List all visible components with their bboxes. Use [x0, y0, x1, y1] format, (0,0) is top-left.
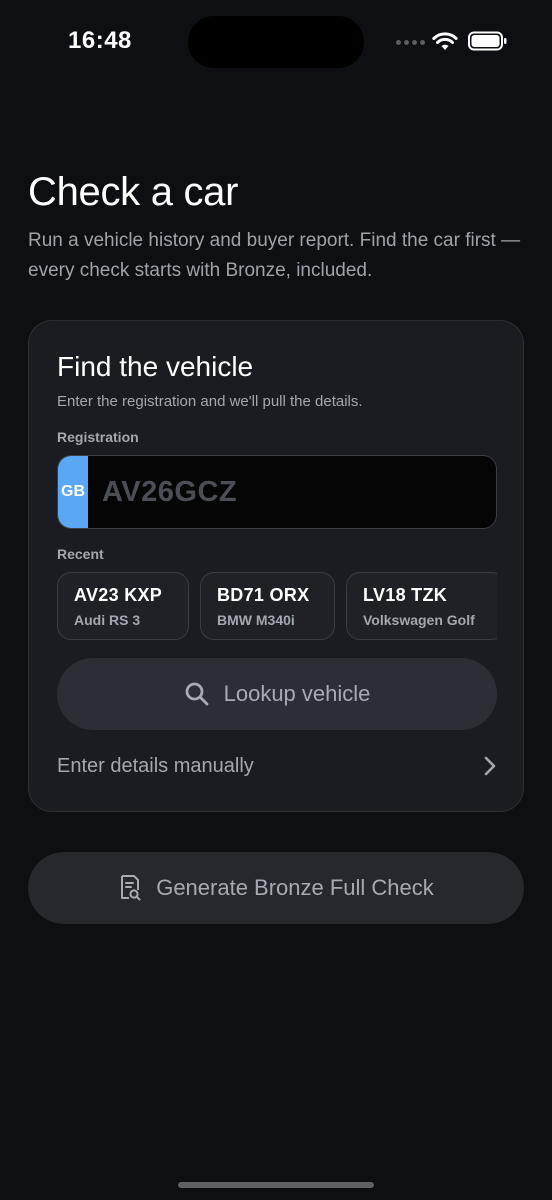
battery-icon [468, 31, 507, 51]
lookup-vehicle-label: Lookup vehicle [223, 681, 371, 706]
find-vehicle-card: Find the vehicle Enter the registration … [28, 320, 524, 812]
search-icon [185, 682, 209, 706]
status-bar: 16:48 [0, 0, 552, 84]
registration-input[interactable] [88, 456, 496, 528]
recent-vehicle-model: Volkswagen Golf [363, 612, 475, 628]
page-title: Check a car [28, 170, 239, 214]
recent-label: Recent [57, 546, 104, 562]
cellular-signal-icon [396, 40, 425, 45]
wifi-icon [432, 32, 458, 50]
lookup-vehicle-button[interactable]: Lookup vehicle [57, 658, 497, 730]
card-subtitle: Enter the registration and we'll pull th… [57, 393, 363, 410]
recent-vehicles-list: AV23 KXP Audi RS 3 BD71 ORX BMW M340i LV… [57, 572, 497, 642]
recent-vehicle-chip[interactable]: AV23 KXP Audi RS 3 [57, 572, 189, 640]
registration-plate-field: GB [57, 455, 497, 529]
recent-vehicle-model: Audi RS 3 [74, 612, 141, 628]
recent-vehicle-reg: LV18 TZK [363, 585, 448, 605]
recent-vehicle-reg: BD71 ORX [217, 585, 310, 605]
document-search-icon [121, 875, 141, 901]
status-time: 16:48 [68, 27, 132, 54]
country-badge: GB [58, 456, 88, 528]
page-subtitle: Run a vehicle history and buyer report. … [28, 230, 521, 281]
card-title: Find the vehicle [57, 351, 254, 382]
recent-vehicle-chip[interactable]: LV18 TZK Volkswagen Golf [346, 572, 497, 640]
registration-label: Registration [57, 429, 139, 445]
screen: 16:48 Check a car Run a vehicle history … [0, 0, 552, 1200]
manual-entry-label: Enter details manually [57, 754, 254, 777]
recent-vehicle-chip[interactable]: BD71 ORX BMW M340i [200, 572, 335, 640]
generate-check-label: Generate Bronze Full Check [156, 875, 434, 900]
generate-bronze-check-button[interactable]: Generate Bronze Full Check [28, 852, 524, 924]
recent-vehicle-reg: AV23 KXP [74, 585, 163, 605]
recent-vehicle-model: BMW M340i [217, 612, 295, 628]
home-indicator[interactable] [178, 1182, 374, 1188]
enter-details-manually-link[interactable]: Enter details manually [57, 749, 497, 783]
dynamic-island [188, 16, 364, 68]
chevron-right-icon [484, 756, 496, 776]
